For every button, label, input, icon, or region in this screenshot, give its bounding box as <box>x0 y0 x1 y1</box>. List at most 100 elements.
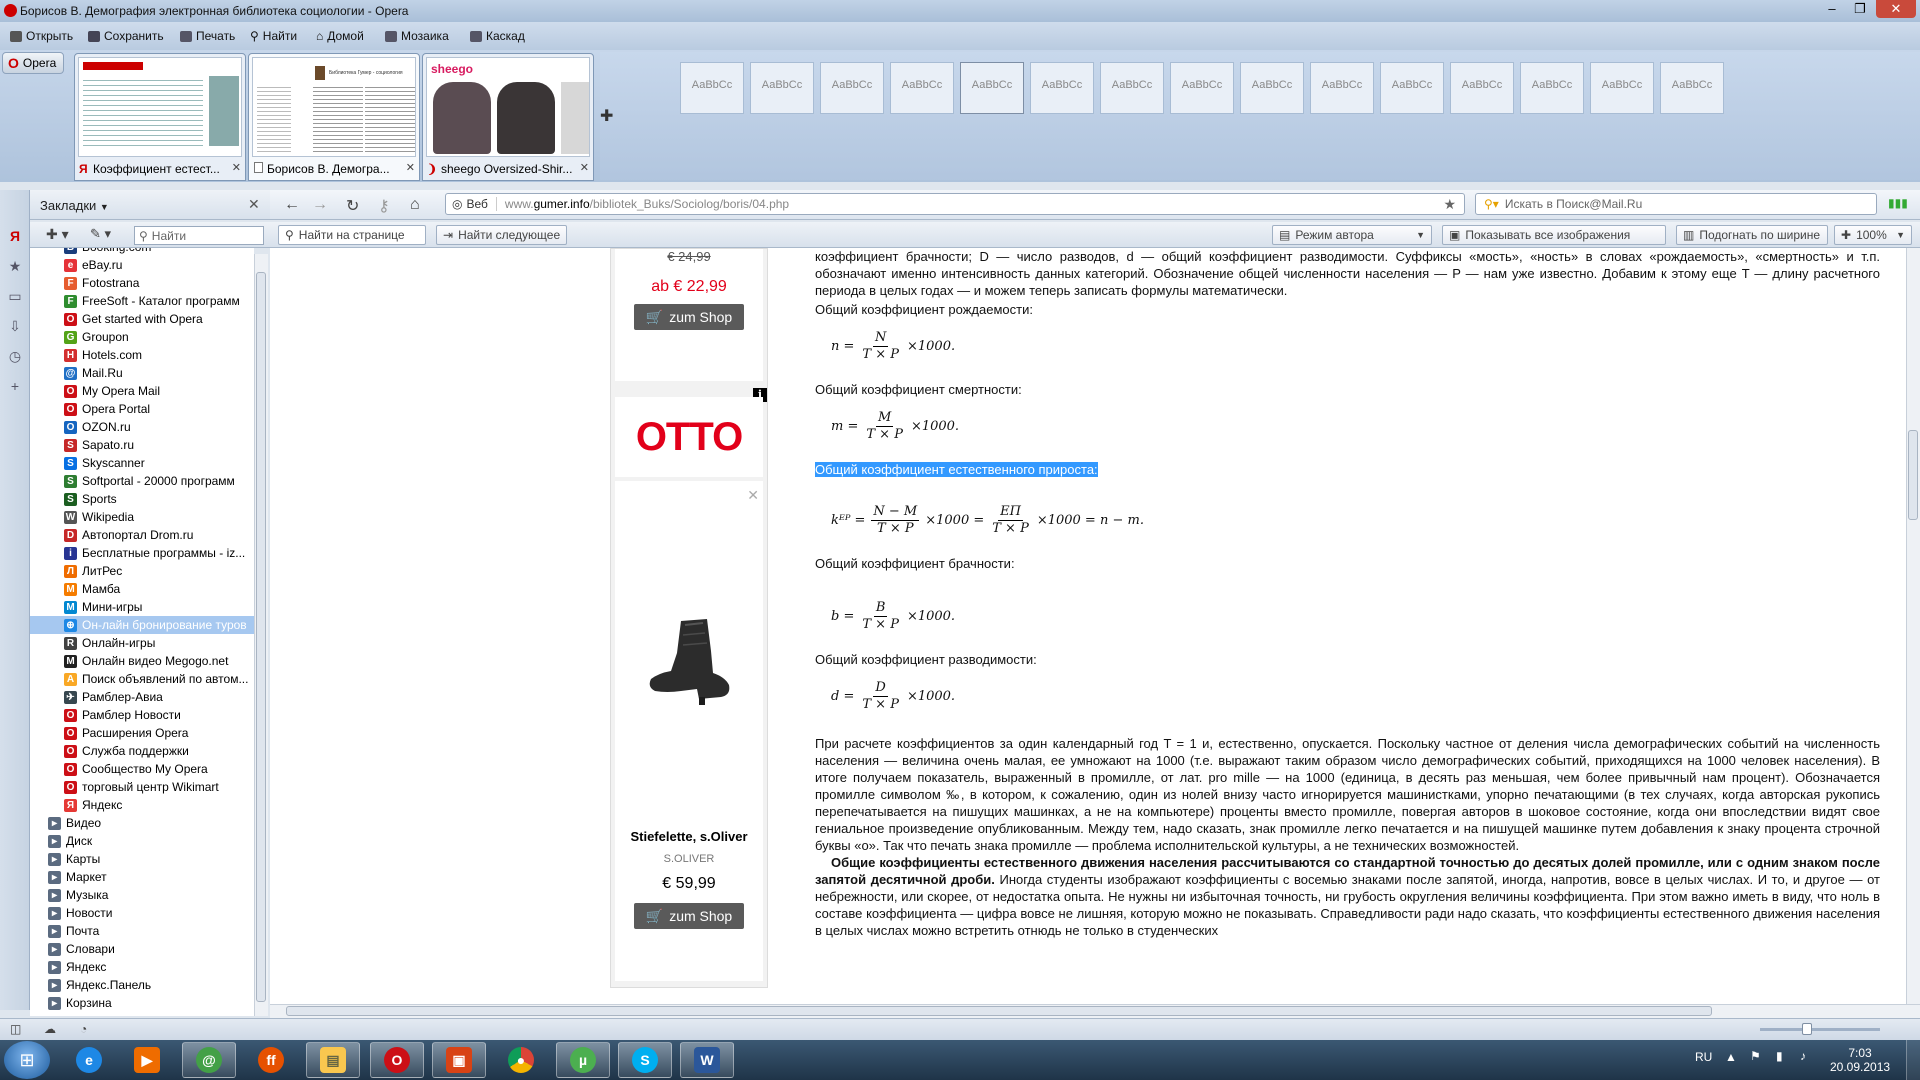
bookmark-item[interactable]: W Wikipedia <box>30 508 254 526</box>
taskbar-word[interactable]: W <box>680 1042 734 1078</box>
forward-arrow-icon[interactable]: → <box>312 196 328 214</box>
page-scroll-thumb[interactable] <box>1908 430 1918 520</box>
history-panel-icon[interactable]: ◷ <box>7 348 23 364</box>
zoom-select[interactable]: ✚ 100% ▼ <box>1834 225 1912 245</box>
taskbar-chrome[interactable]: ● <box>494 1042 548 1078</box>
home-icon[interactable]: ⌂ <box>410 196 420 214</box>
bookmark-item[interactable]: O Opera Portal <box>30 400 254 418</box>
settings-wrench-icon[interactable]: ✎ ▾ <box>90 226 111 242</box>
maximize-button[interactable]: ❐ <box>1846 0 1874 18</box>
bookmark-item[interactable]: M Мамба <box>30 580 254 598</box>
downloads-panel-icon[interactable]: ⇩ <box>7 318 23 334</box>
bookmark-item[interactable]: @ Mail.Ru <box>30 364 254 382</box>
tray-volume-icon[interactable]: ♪ <box>1800 1049 1806 1063</box>
cloud-icon[interactable]: ☁ <box>44 1022 56 1036</box>
bookmark-folder[interactable]: ▸ Музыка <box>30 886 254 904</box>
taskbar-mail-agent[interactable]: @ <box>182 1042 236 1078</box>
taskbar-presentation[interactable]: ▣ <box>432 1042 486 1078</box>
ad-card-1[interactable]: € 24,99 ab € 22,99 🛒 zum Shop <box>615 249 763 381</box>
bookmark-folder[interactable]: ▸ Корзина <box>30 994 254 1012</box>
bookmark-folder[interactable]: ▸ Маркет <box>30 868 254 886</box>
reload-icon[interactable]: ↻ <box>346 196 359 216</box>
zoom-slider[interactable] <box>1760 1028 1880 1031</box>
new-tab-button[interactable]: ✚ <box>600 106 613 126</box>
taskbar-utorrent[interactable]: µ <box>556 1042 610 1078</box>
zum-shop-button[interactable]: 🛒 zum Shop <box>634 304 744 330</box>
bookmark-folder[interactable]: ▸ Словари <box>30 940 254 958</box>
bookmark-item[interactable]: O OZON.ru <box>30 418 254 436</box>
tab-1[interactable]: Я Коэффициент естест... ✕ <box>74 53 246 181</box>
open-button[interactable]: Открыть <box>10 29 73 43</box>
save-button[interactable]: Сохранить <box>88 29 164 43</box>
tab-3[interactable]: sheego ❩ sheego Oversized-Shir... ✕ <box>422 53 594 181</box>
bookmark-item[interactable]: Л ЛитРес <box>30 562 254 580</box>
print-button[interactable]: Печать <box>180 29 235 43</box>
bookmark-folder[interactable]: ▸ Карты <box>30 850 254 868</box>
bookmark-item[interactable]: R Онлайн-игры <box>30 634 254 652</box>
bookmark-item[interactable]: G Groupon <box>30 328 254 346</box>
notes-panel-icon[interactable]: ▭ <box>7 288 23 304</box>
bookmark-item[interactable]: i Бесплатные программы - iz... <box>30 544 254 562</box>
otto-banner[interactable]: OTTO <box>615 397 763 477</box>
ad-card-2[interactable]: ✕ Stiefelette, s.Oliver S.OLIVER € 59,99… <box>615 481 763 981</box>
panel-toggle-icon[interactable]: ◫ <box>10 1022 21 1036</box>
bookmark-item[interactable]: O Get started with Opera <box>30 310 254 328</box>
tray-network-icon[interactable]: ▮ <box>1776 1049 1783 1063</box>
cascade-button[interactable]: Каскад <box>470 29 525 43</box>
bookmark-item[interactable]: O Расширения Opera <box>30 724 254 742</box>
find-on-page-input[interactable]: ⚲ Найти на странице <box>278 225 426 245</box>
taskbar-skype[interactable]: S <box>618 1042 672 1078</box>
start-button[interactable]: ⊞ <box>4 1041 50 1079</box>
bookmark-item[interactable]: S Sapato.ru <box>30 436 254 454</box>
bookmark-item[interactable]: F FreeSoft - Каталог программ <box>30 292 254 310</box>
bookmarks-search-input[interactable]: ⚲ Найти <box>134 226 264 245</box>
close-ad-icon[interactable]: ✕ <box>747 487 759 504</box>
bookmark-folder[interactable]: ▸ Новости <box>30 904 254 922</box>
bookmark-star-icon[interactable]: ★ <box>1443 196 1456 213</box>
find-button[interactable]: ⚲ Найти <box>250 29 297 43</box>
bookmark-folder[interactable]: ▸ Яндекс.Панель <box>30 976 254 994</box>
bookmarks-scroll-thumb[interactable] <box>256 272 266 1002</box>
zum-shop-button[interactable]: 🛒 zum Shop <box>634 903 744 929</box>
bookmark-item[interactable]: S Sports <box>30 490 254 508</box>
bookmark-item[interactable]: O Рамблер Новости <box>30 706 254 724</box>
home-button[interactable]: ⌂ Домой <box>316 29 364 43</box>
bookmark-item[interactable]: A Поиск объявлений по автом... <box>30 670 254 688</box>
bookmark-item[interactable]: Oторговый центр Wikimart <box>30 778 254 796</box>
tab-close-icon[interactable]: ✕ <box>406 161 415 174</box>
tray-flag-icon[interactable]: ⚑ <box>1750 1049 1761 1063</box>
bookmark-item[interactable]: Я Яндекс <box>30 796 254 814</box>
zoom-slider-thumb[interactable] <box>1802 1023 1812 1035</box>
find-next-button[interactable]: ⇥ Найти следующее <box>436 225 568 245</box>
minimize-button[interactable]: – <box>1818 0 1846 18</box>
key-icon[interactable]: ⚷ <box>378 196 390 216</box>
bookmark-folder[interactable]: ▸ Почта <box>30 922 254 940</box>
bookmark-item[interactable]: H Hotels.com <box>30 346 254 364</box>
taskbar-firefox[interactable]: ff <box>244 1042 298 1078</box>
bookmark-folder[interactable]: ▸ Яндекс <box>30 958 254 976</box>
language-indicator[interactable]: RU <box>1695 1050 1712 1064</box>
taskbar-ie[interactable]: e <box>62 1042 116 1078</box>
address-field[interactable]: ◎ Веб www. gumer.info/bibliotek_Buks/Socio… <box>445 193 1465 215</box>
add-panel-icon[interactable]: + <box>7 378 23 394</box>
tray-arrow-icon[interactable]: ▲ <box>1725 1050 1737 1064</box>
add-bookmark-icon[interactable]: ✚ ▾ <box>46 226 69 243</box>
bookmark-item[interactable]: O Сообщество My Opera <box>30 760 254 778</box>
search-field[interactable]: ⚲▾ Искать в Поиск@Mail.Ru <box>1475 193 1877 215</box>
tab-close-icon[interactable]: ✕ <box>580 161 589 174</box>
taskbar-opera[interactable]: O <box>370 1042 424 1078</box>
show-images-button[interactable]: ▣ Показывать все изображения <box>1442 225 1666 245</box>
bookmarks-title[interactable]: Закладки ▼ <box>40 198 109 213</box>
yandex-panel-icon[interactable]: Я <box>7 228 23 244</box>
bookmark-item[interactable]: M Мини-игры <box>30 598 254 616</box>
bookmark-item[interactable]: e eBay.ru <box>30 256 254 274</box>
taskbar-media-player[interactable]: ▶ <box>120 1042 174 1078</box>
horizontal-scroll-thumb[interactable] <box>286 1006 1712 1016</box>
back-arrow-icon[interactable]: ← <box>284 196 300 214</box>
bookmark-item[interactable]: B Booking.com <box>30 248 254 256</box>
bookmark-item[interactable]: ⊕ Он-лайн бронирование туров <box>30 616 254 634</box>
bookmark-item[interactable]: D Автопортал Drom.ru <box>30 526 254 544</box>
bookmark-folder[interactable]: ▸ Видео <box>30 814 254 832</box>
page-vertical-scrollbar[interactable] <box>1906 248 1920 1004</box>
speed-dial-icon[interactable]: ◔ <box>80 1022 87 1036</box>
